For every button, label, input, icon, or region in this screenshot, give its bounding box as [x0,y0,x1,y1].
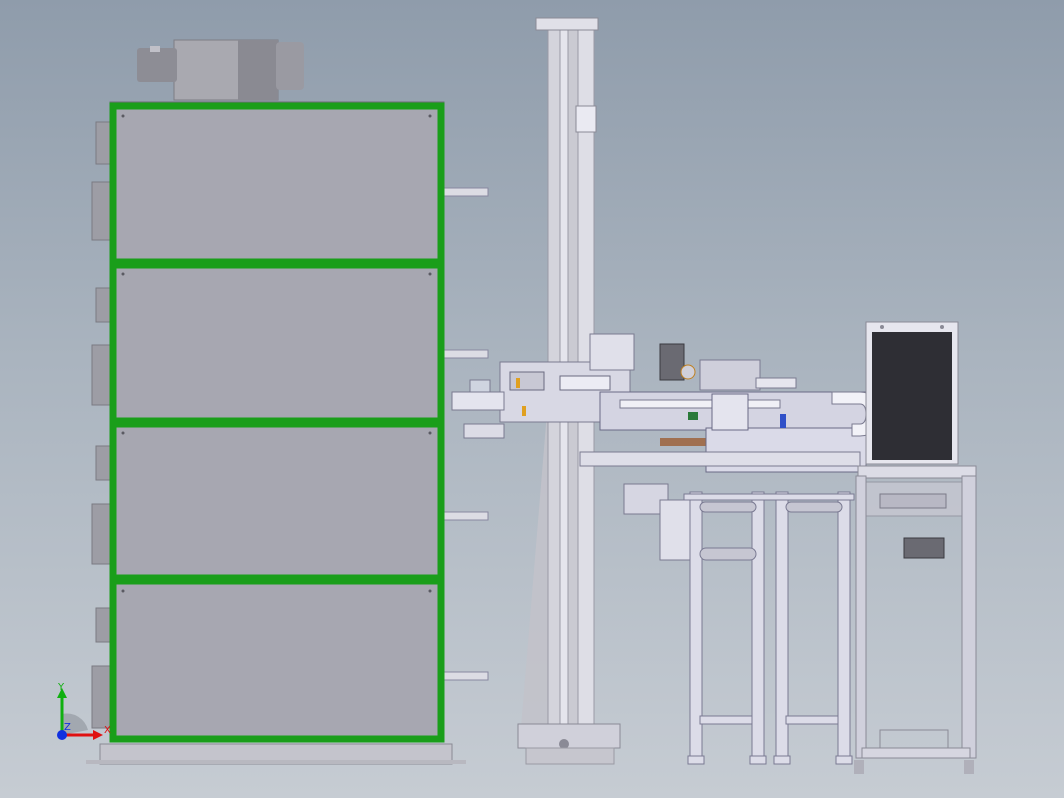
cabinet-side-brackets [91,121,111,729]
compartment-1[interactable] [109,102,445,266]
compartment-4[interactable] [109,577,445,743]
compartment-2[interactable] [109,261,445,425]
roller-frame[interactable] [683,491,855,765]
cabinet-assembly[interactable] [86,39,489,765]
compartment-3[interactable] [109,420,445,582]
z-axis-label: Z [64,722,71,733]
x-axis-arrow [93,730,103,740]
cad-viewport[interactable]: Y X Z [0,0,1064,798]
y-axis-label: Y [57,682,65,693]
x-axis-label: X [104,725,111,736]
monitor-screen [872,332,952,460]
monitor-stand[interactable] [854,321,977,774]
top-motor[interactable] [137,39,304,101]
selected-compartments[interactable] [109,102,445,743]
